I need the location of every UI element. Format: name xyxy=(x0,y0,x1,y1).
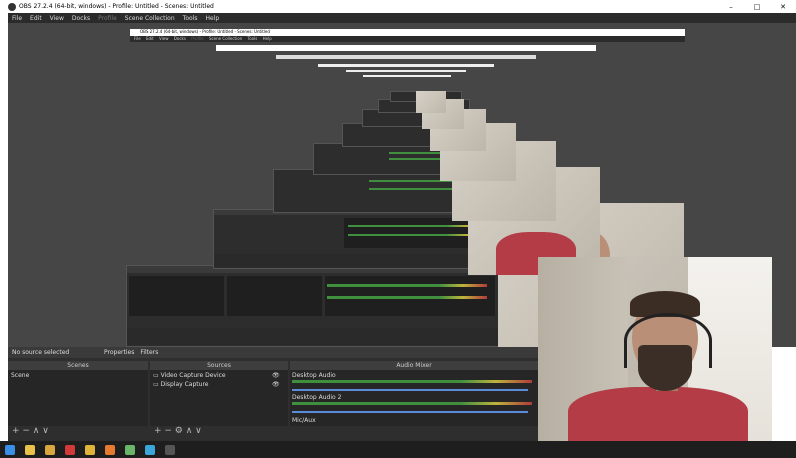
nested-window-titlebar-5 xyxy=(346,70,466,72)
monitor-icon: ▭ xyxy=(153,381,159,388)
sources-toolbar[interactable]: + − ⚙ ∧ ∨ xyxy=(154,426,202,438)
nested-window-titlebar: OBS 27.2.4 (64-bit, windows) - Profile: … xyxy=(130,29,685,36)
audio-mixer: Desktop Audio Desktop Audio 2 Mic/Aux xyxy=(290,370,538,426)
headphones-icon xyxy=(624,313,712,368)
menu-scene-collection[interactable]: Scene Collection xyxy=(125,15,175,22)
obs-docks: No source selected Properties Filters Sc… xyxy=(8,347,538,441)
menu-bar: File Edit View Docks Profile Scene Colle… xyxy=(8,13,796,23)
menu-help[interactable]: Help xyxy=(205,15,219,22)
nested-window-titlebar-2 xyxy=(216,45,596,51)
red-app-icon[interactable] xyxy=(65,444,75,455)
menu-edit[interactable]: Edit xyxy=(30,15,42,22)
visibility-eye-icon[interactable]: 👁 xyxy=(272,381,280,388)
maximize-button[interactable]: □ xyxy=(744,3,770,11)
nested-menu-tools: Tools xyxy=(247,36,258,41)
nested-window-titlebar-6 xyxy=(363,75,451,77)
menu-view[interactable]: View xyxy=(50,15,64,22)
menu-profile[interactable]: Profile xyxy=(98,15,117,22)
scenes-header: Scenes xyxy=(8,361,148,370)
sources-header: Sources xyxy=(150,361,288,370)
menu-docks[interactable]: Docks xyxy=(72,15,90,22)
taskbar xyxy=(0,441,796,458)
channel-name: Mic/Aux xyxy=(292,417,316,424)
nested-window-title: OBS 27.2.4 (64-bit, windows) - Profile: … xyxy=(140,29,270,34)
source-display-capture-label: Display Capture xyxy=(160,381,209,388)
nested-menu-profile: Profile xyxy=(191,36,204,41)
close-button[interactable]: ✕ xyxy=(770,3,796,11)
obs-icon[interactable] xyxy=(165,444,175,455)
scene-item[interactable]: Scene xyxy=(8,370,148,381)
windows-start-icon[interactable] xyxy=(5,444,15,455)
scenes-toolbar[interactable]: + − ∧ ∨ xyxy=(12,426,49,438)
menu-file[interactable]: File xyxy=(12,15,22,22)
volume-meter xyxy=(292,380,532,383)
nested-window-titlebar-3 xyxy=(276,55,536,59)
channel-name: Desktop Audio xyxy=(292,372,336,379)
nested-camera-7 xyxy=(416,91,446,113)
visibility-eye-icon[interactable]: 👁 xyxy=(272,372,280,379)
volume-slider[interactable] xyxy=(292,411,528,413)
source-item-video-capture[interactable]: ▭ Video Capture Device 👁 xyxy=(150,370,288,381)
obs-logo-icon xyxy=(8,2,16,11)
volume-slider[interactable] xyxy=(292,389,528,391)
source-video-capture-label: Video Capture Device xyxy=(160,372,226,379)
no-source-label: No source selected xyxy=(12,349,70,356)
sources-list: ▭ Video Capture Device 👁 ▭ Display Captu… xyxy=(150,370,288,426)
window-titlebar: OBS 27.2.4 (64-bit, windows) - Profile: … xyxy=(0,0,796,13)
nested-menu-edit: Edit xyxy=(145,36,154,41)
filters-button[interactable]: Filters xyxy=(140,349,158,356)
webcam-feed xyxy=(538,257,772,441)
firefox-icon[interactable] xyxy=(105,444,115,455)
properties-button[interactable]: Properties xyxy=(104,349,134,356)
nested-menu-view: View xyxy=(159,36,169,41)
nested-menu-scene-collection: Scene Collection xyxy=(208,36,243,41)
audio-mixer-header: Audio Mixer xyxy=(290,361,538,370)
scenes-list: Scene xyxy=(8,370,148,426)
nested-window-titlebar-4 xyxy=(318,64,494,67)
minimize-button[interactable]: – xyxy=(718,3,744,11)
notepad-icon[interactable] xyxy=(125,444,135,455)
nested-menu-bar: File Edit View Docks Profile Scene Colle… xyxy=(130,36,685,42)
pen-app-icon[interactable] xyxy=(45,444,55,455)
source-toolbar: No source selected Properties Filters xyxy=(8,347,538,358)
window-title: OBS 27.2.4 (64-bit, windows) - Profile: … xyxy=(19,3,214,10)
menu-tools[interactable]: Tools xyxy=(183,15,198,22)
file-explorer-icon[interactable] xyxy=(25,444,35,455)
person-shirt xyxy=(568,387,748,441)
channel-name: Desktop Audio 2 xyxy=(292,394,342,401)
volume-meter xyxy=(292,402,532,405)
nested-menu-help: Help xyxy=(262,36,272,41)
nested-obs-window-1 xyxy=(126,265,500,347)
blue-app-icon[interactable] xyxy=(145,444,155,455)
camera-icon: ▭ xyxy=(153,372,159,379)
nested-menu-file: File xyxy=(134,36,141,41)
nested-menu-docks: Docks xyxy=(173,36,186,41)
chrome-icon[interactable] xyxy=(85,444,95,455)
source-item-display-capture[interactable]: ▭ Display Capture 👁 xyxy=(150,381,288,388)
